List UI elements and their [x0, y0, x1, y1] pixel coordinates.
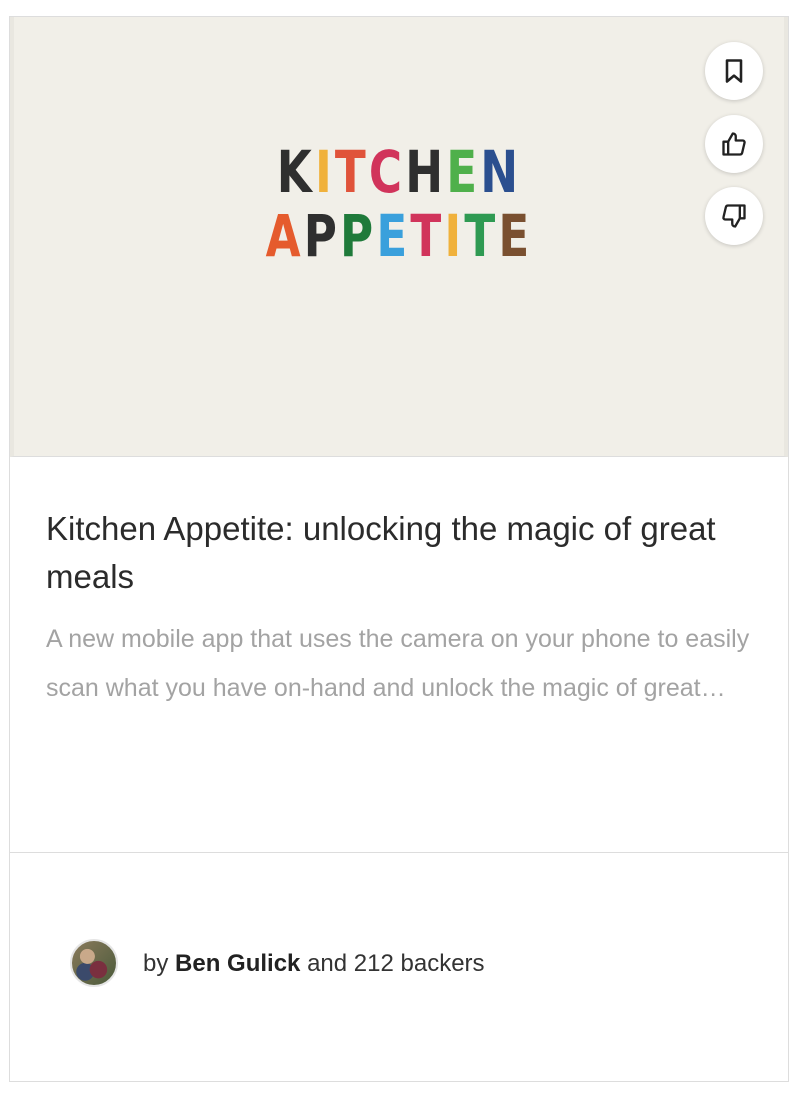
- logo-letter: C: [368, 138, 406, 206]
- bookmark-button[interactable]: [705, 42, 763, 100]
- thumbs-down-icon: [722, 204, 746, 228]
- logo-line-2: APPETITE: [99, 207, 700, 271]
- logo-letter: A: [265, 202, 304, 270]
- project-title[interactable]: Kitchen Appetite: unlocking the magic of…: [46, 505, 756, 601]
- logo-letter: P: [303, 202, 341, 270]
- logo-letter: P: [340, 202, 377, 270]
- logo-letter: E: [498, 202, 533, 270]
- logo-letter: T: [410, 202, 445, 270]
- logo-letter: H: [405, 138, 447, 206]
- kitchen-appetite-logo: KITCHEN APPETITE: [14, 143, 784, 271]
- logo-letter: I: [444, 202, 465, 270]
- logo-letter: K: [276, 138, 315, 206]
- logo-letter: N: [480, 138, 522, 206]
- byline-suffix: and 212 backers: [307, 950, 485, 977]
- creator-name-link[interactable]: Ben Gulick: [175, 950, 300, 977]
- logo-letter: I: [314, 138, 335, 206]
- logo-line-1: KITCHEN: [99, 143, 700, 207]
- logo-letter: T: [334, 138, 369, 206]
- creator-avatar[interactable]: [70, 939, 118, 987]
- like-button[interactable]: [705, 115, 763, 173]
- logo-letter: E: [376, 202, 411, 270]
- project-footer: by Ben Gulick and 212 backers: [10, 853, 788, 1081]
- project-image[interactable]: KITCHEN APPETITE: [10, 17, 788, 457]
- thumbs-up-icon: [722, 132, 746, 156]
- project-description: A new mobile app that uses the camera on…: [46, 625, 750, 702]
- logo-letter: E: [446, 138, 481, 206]
- project-card[interactable]: KITCHEN APPETITE Kitchen Appetite: unloc…: [9, 16, 789, 1082]
- byline: by Ben Gulick and 212 backers: [143, 949, 485, 979]
- byline-prefix: by: [143, 950, 169, 977]
- logo-letter: T: [464, 202, 499, 270]
- bookmark-icon: [725, 59, 743, 83]
- dislike-button[interactable]: [705, 187, 763, 245]
- project-details: Kitchen Appetite: unlocking the magic of…: [10, 457, 788, 853]
